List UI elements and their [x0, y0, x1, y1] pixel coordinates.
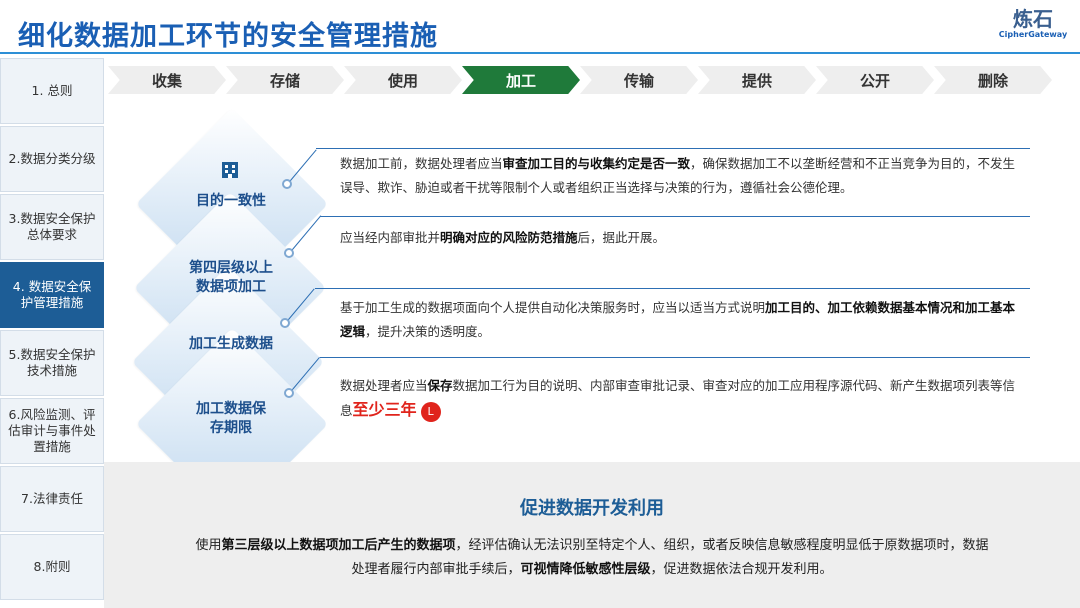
nav-item-risk-monitoring[interactable]: 6.风险监测、评估审计与事件处置措施 [0, 398, 104, 464]
nav-item-legal-liability[interactable]: 7.法律责任 [0, 466, 104, 532]
connector-dot-1 [282, 179, 292, 189]
section-text-generated: 基于加工生成的数据项面向个人提供自动化决策服务时，应当以适当方式说明加工目的、加… [340, 300, 1016, 339]
section-text-level4: 应当经内部审批并明确对应的风险防范措施后，据此开展。 [340, 230, 666, 245]
section-label-generated: 加工生成数据 [189, 336, 273, 352]
retention-highlight: 至少三年 [352, 400, 417, 419]
chapter-sidebar: 1. 总则 2.数据分类分级 3.数据安全保护总体要求 4. 数据安全保护管理措… [0, 58, 104, 608]
page-title: 细化数据加工环节的安全管理措施 [18, 21, 438, 52]
section-label-retention: 加工数据保存期限 [196, 401, 266, 436]
lifecycle-steps: 收集 存储 使用 加工 传输 提供 公开 删除 [108, 66, 1056, 94]
step-process[interactable]: 加工 [462, 66, 580, 94]
step-delete[interactable]: 删除 [934, 66, 1052, 94]
connector-dot-4 [284, 388, 294, 398]
divider-line-2 [320, 216, 1030, 217]
logo-en: CipherGateway [998, 30, 1068, 39]
nav-item-technical-measures[interactable]: 5.数据安全保护技术措施 [0, 330, 104, 396]
step-provide[interactable]: 提供 [698, 66, 816, 94]
header-divider [0, 52, 1080, 54]
section-label-level4: 第四层级以上数据项加工 [189, 260, 273, 295]
panel-text: 使用第三层级以上数据项加工后产生的数据项，经评估确认无法识别至特定个人、组织，或… [195, 538, 989, 577]
step-publish[interactable]: 公开 [816, 66, 934, 94]
step-transmit[interactable]: 传输 [580, 66, 698, 94]
nav-item-appendix[interactable]: 8.附则 [0, 534, 104, 600]
step-use[interactable]: 使用 [344, 66, 462, 94]
section-text-purpose: 数据加工前，数据处理者应当审查加工目的与收集约定是否一致，确保数据加工不以垄断经… [340, 156, 1016, 195]
brand-logo: 炼石 CipherGateway [998, 8, 1068, 39]
step-store[interactable]: 存储 [226, 66, 344, 94]
building-icon [220, 161, 240, 179]
nav-item-general[interactable]: 1. 总则 [0, 58, 104, 124]
connector-dot-3 [280, 318, 290, 328]
section-label-purpose: 目的一致性 [196, 193, 266, 209]
divider-line-1 [316, 148, 1030, 149]
nav-item-classification[interactable]: 2.数据分类分级 [0, 126, 104, 192]
step-collect[interactable]: 收集 [108, 66, 226, 94]
logo-cn: 炼石 [1013, 7, 1053, 31]
nav-item-management-measures[interactable]: 4. 数据安全保护管理措施 [0, 262, 104, 328]
divider-line-3 [315, 288, 1030, 289]
section-text-retention: 数据处理者应当保存数据加工行为目的说明、内部审查审批记录、审查对应的加工应用程序… [340, 374, 1020, 423]
panel-title: 促进数据开发利用 [520, 498, 664, 519]
connector-dot-2 [284, 248, 294, 258]
clock-icon: L [420, 401, 441, 422]
divider-line-4 [320, 357, 1030, 358]
promotion-panel: 促进数据开发利用 使用第三层级以上数据项加工后产生的数据项，经评估确认无法识别至… [104, 462, 1080, 608]
nav-item-overall-requirements[interactable]: 3.数据安全保护总体要求 [0, 194, 104, 260]
